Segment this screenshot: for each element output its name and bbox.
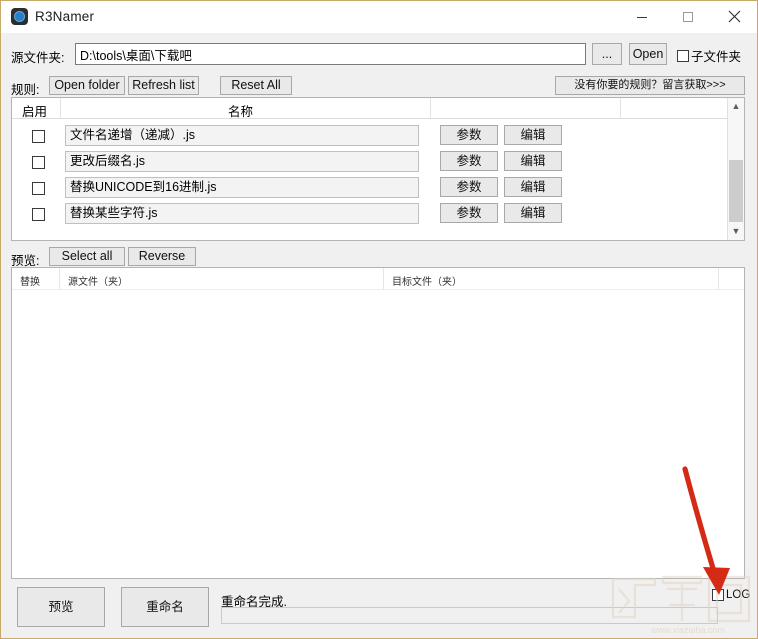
column-divider (59, 268, 60, 290)
column-divider (430, 98, 431, 119)
app-icon (11, 8, 28, 25)
reset-all-button[interactable]: Reset All (220, 76, 292, 95)
close-button[interactable] (711, 1, 757, 32)
site-watermark: www.xiazaiba.com (611, 575, 751, 635)
table-row: 文件名递增（递减）.js 参数 编辑 (12, 124, 744, 150)
title-bar: R3Namer (1, 1, 757, 33)
scroll-up-icon[interactable]: ▲ (728, 98, 744, 115)
column-divider (718, 268, 719, 290)
rule-name-field[interactable]: 替换UNICODE到16进制.js (65, 177, 419, 198)
column-divider (383, 268, 384, 290)
application-window: R3Namer 源文件夹: ... Open 子文件夹 规则: Open fol… (0, 0, 758, 639)
table-row: 替换某些字符.js 参数 编辑 (12, 202, 744, 228)
rule-enable-checkbox[interactable] (32, 182, 45, 195)
browse-button[interactable]: ... (592, 43, 622, 65)
rule-enable-checkbox[interactable] (32, 156, 45, 169)
rules-table-header: 启用 名称 (12, 98, 744, 119)
rule-name-field[interactable]: 替换某些字符.js (65, 203, 419, 224)
rule-edit-button[interactable]: 编辑 (504, 177, 562, 197)
rule-params-button[interactable]: 参数 (440, 177, 498, 197)
select-all-button[interactable]: Select all (49, 247, 125, 266)
scroll-down-icon[interactable]: ▼ (728, 223, 744, 240)
rules-label: 规则: (11, 83, 40, 97)
minimize-button[interactable] (619, 1, 665, 32)
preview-header-source: 源文件（夹） (68, 277, 128, 288)
rule-edit-button[interactable]: 编辑 (504, 151, 562, 171)
subfolder-label: 子文件夹 (691, 50, 742, 64)
source-folder-label: 源文件夹: (11, 51, 65, 65)
open-button[interactable]: Open (629, 43, 667, 65)
open-folder-button[interactable]: Open folder (49, 76, 125, 95)
log-label: LOG (726, 589, 751, 601)
table-row: 替换UNICODE到16进制.js 参数 编辑 (12, 176, 744, 202)
preview-table-header: 替换 源文件（夹） 目标文件（夹） (12, 268, 744, 290)
rule-edit-button[interactable]: 编辑 (504, 125, 562, 145)
status-progress-field (221, 607, 718, 624)
minimize-icon (637, 16, 647, 18)
close-icon (728, 10, 740, 23)
preview-button[interactable]: 预览 (17, 587, 105, 627)
table-row: 更改后缀名.js 参数 编辑 (12, 150, 744, 176)
rule-params-button[interactable]: 参数 (440, 125, 498, 145)
rules-header-name: 名称 (228, 105, 254, 119)
include-subfolders-checkbox[interactable]: 子文件夹 (677, 46, 741, 65)
rule-enable-checkbox[interactable] (32, 208, 45, 221)
rename-button[interactable]: 重命名 (121, 587, 209, 627)
maximize-button[interactable] (665, 1, 711, 32)
rule-name-field[interactable]: 更改后缀名.js (65, 151, 419, 172)
preview-header-replace: 替换 (20, 277, 40, 288)
rule-edit-button[interactable]: 编辑 (504, 203, 562, 223)
column-divider (60, 98, 61, 119)
rules-header-enable: 启用 (22, 105, 48, 119)
preview-header-target: 目标文件（夹） (392, 277, 462, 288)
maximize-icon (683, 11, 693, 22)
scrollbar-thumb[interactable] (729, 160, 743, 222)
source-folder-input[interactable] (75, 43, 586, 65)
get-more-rules-button[interactable]: 没有你要的规则？留言获取>>> (555, 76, 745, 95)
log-checkbox-box[interactable] (712, 589, 724, 601)
log-checkbox[interactable]: LOG (712, 589, 750, 601)
rule-params-button[interactable]: 参数 (440, 203, 498, 223)
preview-table-panel[interactable]: 替换 源文件（夹） 目标文件（夹） (11, 267, 745, 579)
reverse-selection-button[interactable]: Reverse (128, 247, 196, 266)
watermark-url: www.xiazaiba.com (650, 625, 725, 635)
window-title: R3Namer (35, 9, 95, 24)
subfolder-checkbox-box[interactable] (677, 49, 689, 62)
rule-enable-checkbox[interactable] (32, 130, 45, 143)
column-divider (620, 98, 621, 119)
refresh-list-button[interactable]: Refresh list (128, 76, 199, 95)
rule-name-field[interactable]: 文件名递增（递减）.js (65, 125, 419, 146)
rule-params-button[interactable]: 参数 (440, 151, 498, 171)
rules-scrollbar[interactable]: ▲ ▼ (727, 98, 744, 240)
rules-list-panel: 启用 名称 文件名递增（递减）.js 参数 编辑 更改后缀名.js 参数 编辑 替换UNIC… (11, 97, 745, 241)
